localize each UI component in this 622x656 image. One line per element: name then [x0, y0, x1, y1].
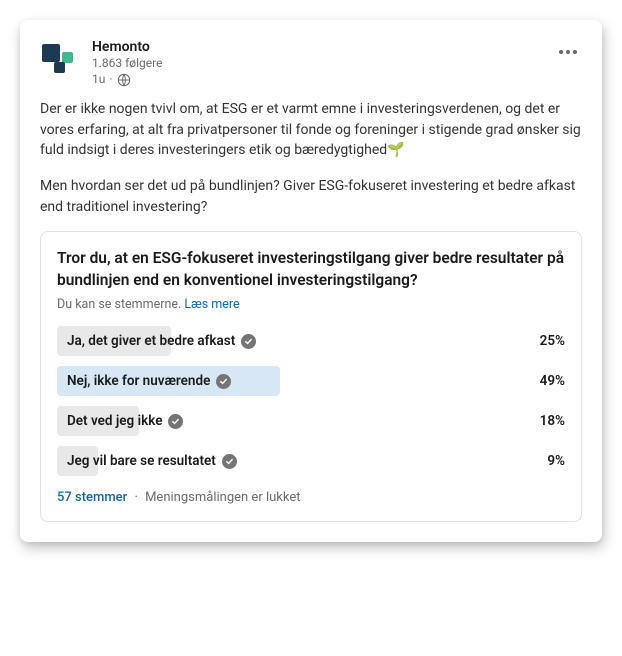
- poll-bar-wrap: Det ved jeg ikke: [57, 406, 513, 436]
- poll-subtext: Du kan se stemmerne.: [57, 297, 181, 312]
- poll-option-text: Jeg vil bare se resultatet: [67, 453, 216, 469]
- poll-option-percentage: 18%: [525, 413, 565, 429]
- poll-bar-wrap: Ja, det giver et bedre afkast: [57, 326, 513, 356]
- post-menu-button[interactable]: [554, 38, 582, 66]
- poll-option[interactable]: Det ved jeg ikke 18%: [57, 406, 565, 436]
- post-paragraph-1: Der er ikke nogen tvivl om, at ESG er et…: [40, 99, 582, 160]
- post-paragraph-2: Men hvordan ser det ud på bundlinjen? Gi…: [40, 176, 582, 217]
- poll-option-label: Nej, ikke for nuværende: [57, 373, 231, 389]
- post-time-row: 1u ·: [92, 72, 544, 88]
- check-icon: [222, 454, 237, 469]
- poll-option-percentage: 9%: [525, 453, 565, 469]
- poll-option-percentage: 25%: [525, 333, 565, 349]
- poll-option[interactable]: Nej, ikke for nuværende 49%: [57, 366, 565, 396]
- check-icon: [216, 374, 231, 389]
- author-name[interactable]: Hemonto: [92, 38, 544, 56]
- post-time: 1u: [92, 72, 105, 88]
- post-card: Hemonto 1.863 følgere 1u · Der er ikke n…: [20, 20, 602, 542]
- poll-bar-wrap: Nej, ikke for nuværende: [57, 366, 513, 396]
- poll-option-text: Nej, ikke for nuværende: [67, 373, 210, 389]
- time-separator: ·: [109, 72, 112, 88]
- poll-option-label: Ja, det giver et bedre afkast: [57, 333, 256, 349]
- poll-question: Tror du, at en ESG-fokuseret investering…: [57, 248, 565, 291]
- poll-option-label: Jeg vil bare se resultatet: [57, 453, 237, 469]
- poll-option[interactable]: Jeg vil bare se resultatet 9%: [57, 446, 565, 476]
- check-icon: [168, 414, 183, 429]
- author-info: Hemonto 1.863 følgere 1u ·: [92, 38, 544, 87]
- poll-votes-count[interactable]: 57 stemmer: [57, 490, 127, 505]
- poll-bar-wrap: Jeg vil bare se resultatet: [57, 446, 513, 476]
- footer-separator: ·: [134, 490, 137, 505]
- poll-option-label: Det ved jeg ikke: [57, 413, 183, 429]
- poll-read-more-link[interactable]: Læs mere: [184, 297, 239, 312]
- poll-closed-label: Meningsmålingen er lukket: [145, 490, 300, 505]
- poll-option-text: Det ved jeg ikke: [67, 413, 162, 429]
- poll-footer: 57 stemmer · Meningsmålingen er lukket: [57, 490, 565, 505]
- poll-subtext-row: Du kan se stemmerne. Læs mere: [57, 297, 565, 312]
- check-icon: [241, 334, 256, 349]
- followers-count: 1.863 følgere: [92, 56, 544, 72]
- poll-option-percentage: 49%: [525, 373, 565, 389]
- author-avatar[interactable]: [40, 38, 82, 80]
- poll-options-list: Ja, det giver et bedre afkast 25% Nej, ikk…: [57, 326, 565, 476]
- post-header: Hemonto 1.863 følgere 1u ·: [40, 38, 582, 87]
- poll-option[interactable]: Ja, det giver et bedre afkast 25%: [57, 326, 565, 356]
- poll-option-text: Ja, det giver et bedre afkast: [67, 333, 235, 349]
- post-body: Der er ikke nogen tvivl om, at ESG er et…: [40, 99, 582, 216]
- globe-icon: [117, 73, 131, 87]
- poll-container: Tror du, at en ESG-fokuseret investering…: [40, 231, 582, 522]
